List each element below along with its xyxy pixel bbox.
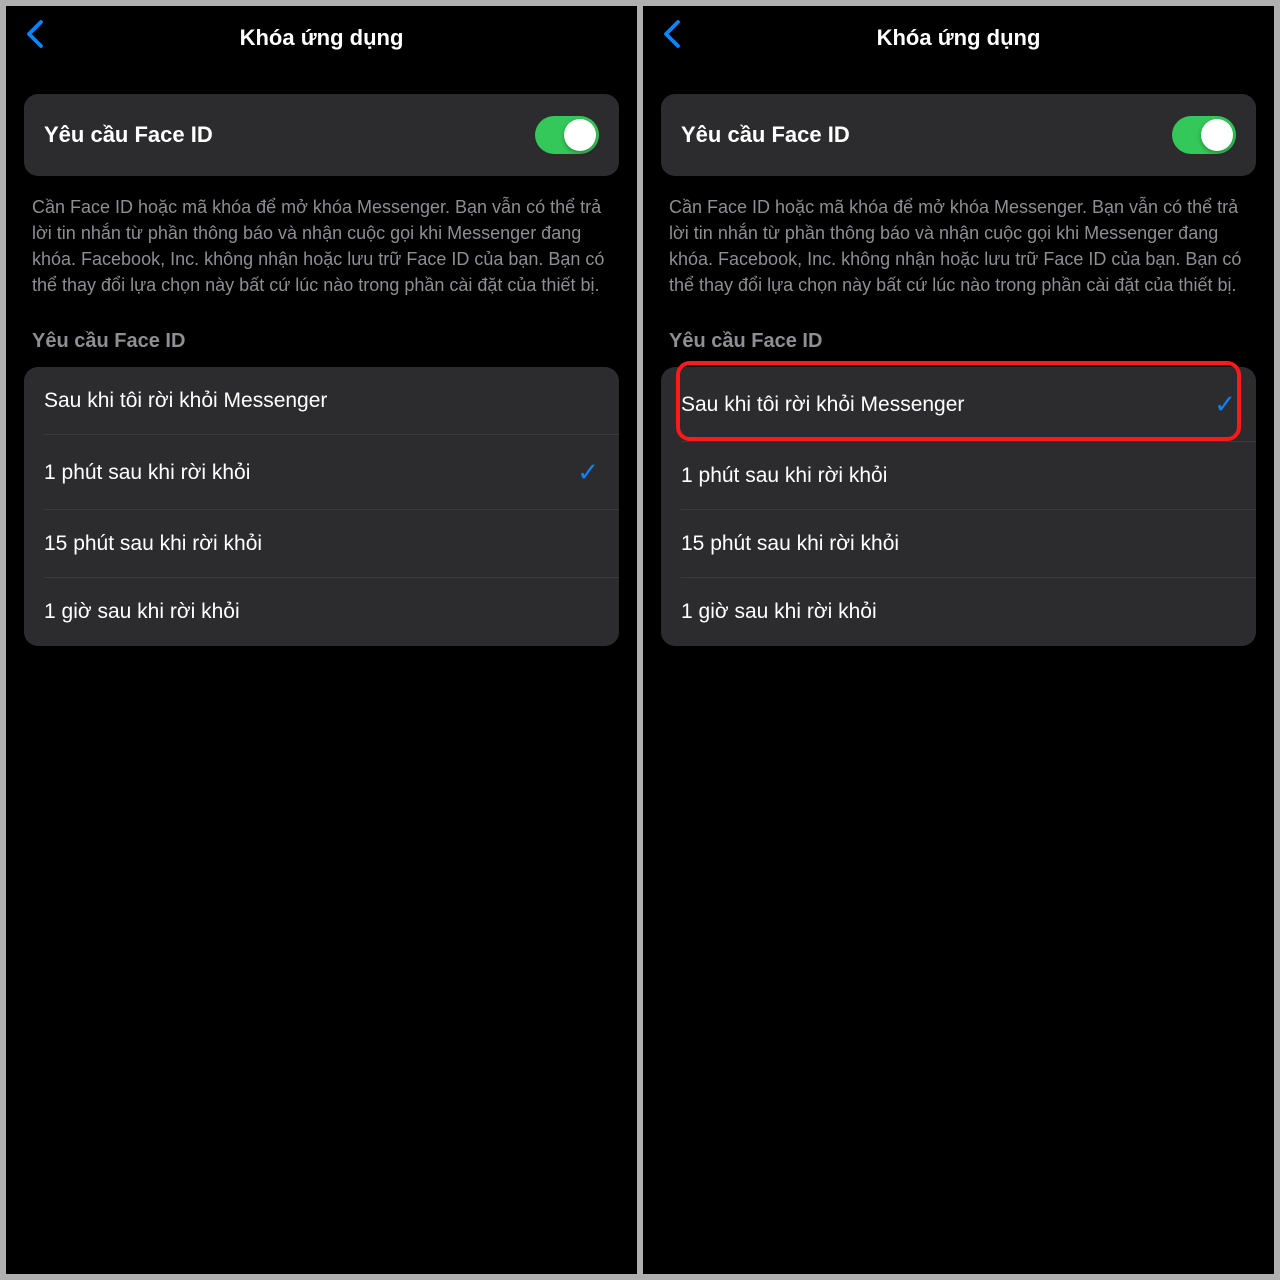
face-id-toggle-row[interactable]: Yêu cầu Face ID [24, 94, 619, 176]
timing-section-header: Yêu cầu Face ID [661, 298, 1256, 367]
option-label: 1 phút sau khi rời khỏi [681, 464, 887, 488]
face-id-toggle-switch[interactable] [1172, 116, 1236, 154]
timing-option-1hr[interactable]: 1 giờ sau khi rời khỏi [24, 578, 619, 646]
timing-section-header: Yêu cầu Face ID [24, 298, 619, 367]
check-icon: ✓ [1214, 389, 1236, 420]
option-label: 1 phút sau khi rời khỏi [44, 461, 250, 485]
check-icon: ✓ [577, 457, 599, 488]
option-label: Sau khi tôi rời khỏi Messenger [44, 389, 327, 413]
timing-option-1min[interactable]: 1 phút sau khi rời khỏi [661, 442, 1256, 510]
timing-option-15min[interactable]: 15 phút sau khi rời khỏi [24, 510, 619, 578]
content-area: Yêu cầu Face ID Cần Face ID hoặc mã khóa… [6, 70, 637, 646]
timing-options-list: Sau khi tôi rời khỏi Messenger ✓ 1 phút … [661, 367, 1256, 646]
timing-option-1min[interactable]: 1 phút sau khi rời khỏi ✓ [24, 435, 619, 510]
header-bar: Khóa ứng dụng [643, 6, 1274, 70]
timing-option-immediate[interactable]: Sau khi tôi rời khỏi Messenger [24, 367, 619, 435]
face-id-description: Cần Face ID hoặc mã khóa để mở khóa Mess… [24, 176, 619, 298]
option-label: Sau khi tôi rời khỏi Messenger [681, 393, 964, 417]
back-chevron-icon[interactable] [663, 19, 681, 57]
face-id-toggle-label: Yêu cầu Face ID [681, 122, 850, 148]
face-id-description: Cần Face ID hoặc mã khóa để mở khóa Mess… [661, 176, 1256, 298]
toggle-knob [564, 119, 596, 151]
timing-option-15min[interactable]: 15 phút sau khi rời khỏi [661, 510, 1256, 578]
content-area: Yêu cầu Face ID Cần Face ID hoặc mã khóa… [643, 70, 1274, 646]
toggle-knob [1201, 119, 1233, 151]
face-id-toggle-card: Yêu cầu Face ID [661, 94, 1256, 176]
page-title: Khóa ứng dụng [877, 25, 1041, 51]
option-label: 1 giờ sau khi rời khỏi [681, 600, 877, 624]
timing-options-list: Sau khi tôi rời khỏi Messenger 1 phút sa… [24, 367, 619, 646]
header-bar: Khóa ứng dụng [6, 6, 637, 70]
option-label: 15 phút sau khi rời khỏi [44, 532, 262, 556]
phone-screen-left: Khóa ứng dụng Yêu cầu Face ID Cần Face I… [6, 6, 637, 1274]
face-id-toggle-card: Yêu cầu Face ID [24, 94, 619, 176]
back-chevron-icon[interactable] [26, 19, 44, 57]
face-id-toggle-row[interactable]: Yêu cầu Face ID [661, 94, 1256, 176]
page-title: Khóa ứng dụng [240, 25, 404, 51]
option-label: 1 giờ sau khi rời khỏi [44, 600, 240, 624]
phone-screen-right: Khóa ứng dụng Yêu cầu Face ID Cần Face I… [643, 6, 1274, 1274]
option-label: 15 phút sau khi rời khỏi [681, 532, 899, 556]
timing-option-1hr[interactable]: 1 giờ sau khi rời khỏi [661, 578, 1256, 646]
face-id-toggle-switch[interactable] [535, 116, 599, 154]
timing-option-immediate[interactable]: Sau khi tôi rời khỏi Messenger ✓ [661, 367, 1256, 442]
face-id-toggle-label: Yêu cầu Face ID [44, 122, 213, 148]
